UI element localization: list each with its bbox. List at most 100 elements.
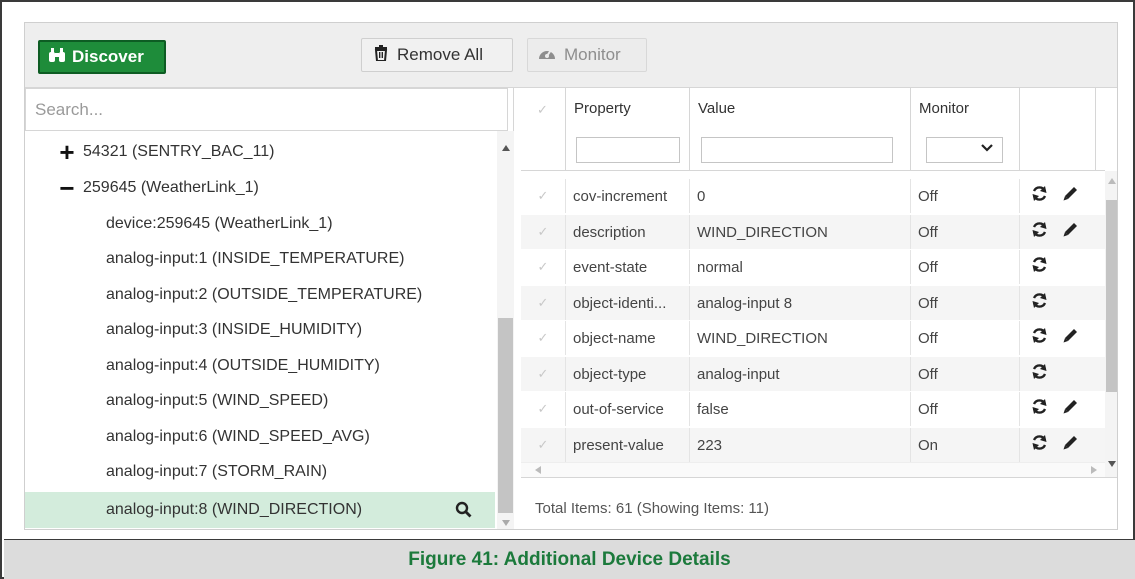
search-icon[interactable]: [455, 501, 472, 523]
edit-pencil-icon[interactable]: [1063, 328, 1078, 348]
row-select-checkbox[interactable]: ✓: [521, 357, 566, 391]
expand-icon[interactable]: +: [58, 139, 76, 165]
grid-footer: Total Items: 61 (Showing Items: 11): [521, 477, 1117, 529]
row-actions: [1020, 428, 1096, 462]
refresh-icon[interactable]: [1031, 256, 1048, 279]
tree-node-analog-input-5[interactable]: analog-input:5 (WIND_SPEED): [25, 383, 495, 419]
table-row[interactable]: ✓ present-value 223 On: [521, 428, 1105, 462]
discover-label: Discover: [72, 47, 144, 66]
refresh-icon[interactable]: [1031, 185, 1048, 208]
row-select-checkbox[interactable]: ✓: [521, 392, 566, 426]
monitor-text: Off: [918, 187, 938, 205]
row-select-checkbox[interactable]: ✓: [521, 215, 566, 249]
remove-all-button[interactable]: Remove All: [361, 38, 513, 72]
table-row[interactable]: ✓ description WIND_DIRECTION Off: [521, 215, 1105, 249]
check-icon: ✓: [537, 366, 549, 381]
tree-node-label: analog-input:8 (WIND_DIRECTION): [106, 501, 363, 518]
property-cell: cov-increment: [566, 179, 690, 213]
grid-scroll-right-icon[interactable]: [1091, 466, 1097, 474]
scroll-up-icon[interactable]: [502, 145, 510, 151]
row-actions: [1020, 215, 1096, 249]
value-filter-input[interactable]: [701, 137, 893, 163]
value-cell: false: [690, 392, 911, 426]
monitor-button[interactable]: Monitor: [527, 38, 647, 72]
check-icon: ✓: [537, 102, 548, 117]
value-cell: WIND_DIRECTION: [690, 215, 911, 249]
tree-node-device[interactable]: device:259645 (WeatherLink_1): [25, 206, 495, 242]
tree-node-analog-input-8[interactable]: analog-input:8 (WIND_DIRECTION): [25, 492, 495, 528]
tree-search-input[interactable]: [25, 88, 508, 131]
table-row[interactable]: ✓ object-name WIND_DIRECTION Off: [521, 321, 1105, 355]
table-row[interactable]: ✓ object-type analog-input Off: [521, 357, 1105, 391]
row-select-checkbox[interactable]: ✓: [521, 286, 566, 320]
value-text: WIND_DIRECTION: [697, 223, 828, 241]
total-items-text: Total Items: 61 (Showing Items: 11): [535, 500, 769, 517]
refresh-icon[interactable]: [1031, 363, 1048, 386]
tree-node-weatherlink[interactable]: − 259645 (WeatherLink_1): [25, 170, 495, 206]
property-cell: present-value: [566, 428, 690, 462]
header-value[interactable]: Value: [690, 88, 911, 171]
scroll-down-icon[interactable]: [502, 520, 510, 526]
remove-all-label: Remove All: [397, 45, 483, 64]
grid-horizontal-scrollbar[interactable]: [521, 462, 1105, 477]
refresh-icon[interactable]: [1031, 221, 1048, 244]
tree-node-sentry[interactable]: + 54321 (SENTRY_BAC_11): [25, 134, 495, 170]
header-monitor[interactable]: Monitor: [911, 88, 1020, 171]
monitor-filter-select[interactable]: [926, 137, 1003, 163]
chevron-down-icon: [981, 141, 993, 156]
row-select-checkbox[interactable]: ✓: [521, 428, 566, 462]
discovery-panel: Discover Remove All Monitor + 54321 (SEN…: [24, 22, 1118, 530]
property-text: description: [573, 223, 646, 241]
collapse-icon[interactable]: −: [58, 175, 76, 201]
edit-pencil-icon[interactable]: [1063, 186, 1078, 206]
grid-scroll-up-icon[interactable]: [1108, 178, 1116, 184]
refresh-icon[interactable]: [1031, 434, 1048, 457]
tree-node-analog-input-3[interactable]: analog-input:3 (INSIDE_HUMIDITY): [25, 312, 495, 348]
table-row[interactable]: ✓ cov-increment 0 Off: [521, 179, 1105, 213]
discover-button[interactable]: Discover: [38, 40, 166, 74]
row-select-checkbox[interactable]: ✓: [521, 179, 566, 213]
tree-node-analog-input-2[interactable]: analog-input:2 (OUTSIDE_TEMPERATURE): [25, 277, 495, 313]
table-row[interactable]: ✓ object-identi... analog-input 8 Off: [521, 286, 1105, 320]
monitor-cell: Off: [911, 215, 1020, 249]
grid-scroll-down-icon[interactable]: [1108, 461, 1116, 467]
row-select-checkbox[interactable]: ✓: [521, 321, 566, 355]
edit-pencil-icon[interactable]: [1063, 435, 1078, 455]
monitor-cell: Off: [911, 357, 1020, 391]
property-grid: ✓ Property Value Monitor ✓ cov-increment…: [521, 88, 1117, 529]
tree-node-label: device:259645 (WeatherLink_1): [106, 215, 333, 232]
tree-scrollbar-thumb[interactable]: [498, 318, 513, 513]
check-icon: ✓: [537, 188, 549, 203]
monitor-cell: Off: [911, 392, 1020, 426]
grid-header: ✓ Property Value Monitor: [521, 88, 1105, 171]
table-row[interactable]: ✓ event-state normal Off: [521, 250, 1105, 284]
refresh-icon[interactable]: [1031, 398, 1048, 421]
tree-node-analog-input-6[interactable]: analog-input:6 (WIND_SPEED_AVG): [25, 419, 495, 455]
property-filter-input[interactable]: [576, 137, 680, 163]
monitor-label: Monitor: [564, 45, 621, 64]
value-cell: analog-input: [690, 357, 911, 391]
header-value-label: Value: [698, 100, 736, 117]
monitor-text: Off: [918, 258, 938, 276]
grid-vertical-scrollbar-thumb[interactable]: [1106, 200, 1117, 392]
refresh-icon[interactable]: [1031, 292, 1048, 315]
refresh-icon[interactable]: [1031, 327, 1048, 350]
grid-scroll-left-icon[interactable]: [535, 466, 541, 474]
tree-node-label: analog-input:5 (WIND_SPEED): [106, 392, 329, 409]
figure-frame: Discover Remove All Monitor + 54321 (SEN…: [0, 0, 1135, 579]
header-monitor-label: Monitor: [919, 100, 970, 117]
property-cell: object-type: [566, 357, 690, 391]
table-row[interactable]: ✓ out-of-service false Off: [521, 392, 1105, 426]
row-select-checkbox[interactable]: ✓: [521, 250, 566, 284]
header-select-all[interactable]: ✓: [521, 88, 566, 171]
edit-pencil-icon[interactable]: [1063, 399, 1078, 419]
edit-pencil-icon[interactable]: [1063, 222, 1078, 242]
tree-node-analog-input-4[interactable]: analog-input:4 (OUTSIDE_HUMIDITY): [25, 348, 495, 384]
property-text: out-of-service: [573, 400, 664, 418]
property-text: object-identi...: [573, 294, 667, 312]
property-cell: out-of-service: [566, 392, 690, 426]
tree-node-analog-input-7[interactable]: analog-input:7 (STORM_RAIN): [25, 454, 495, 490]
row-actions: [1020, 179, 1096, 213]
header-property[interactable]: Property: [566, 88, 690, 171]
tree-node-analog-input-1[interactable]: analog-input:1 (INSIDE_TEMPERATURE): [25, 241, 495, 277]
